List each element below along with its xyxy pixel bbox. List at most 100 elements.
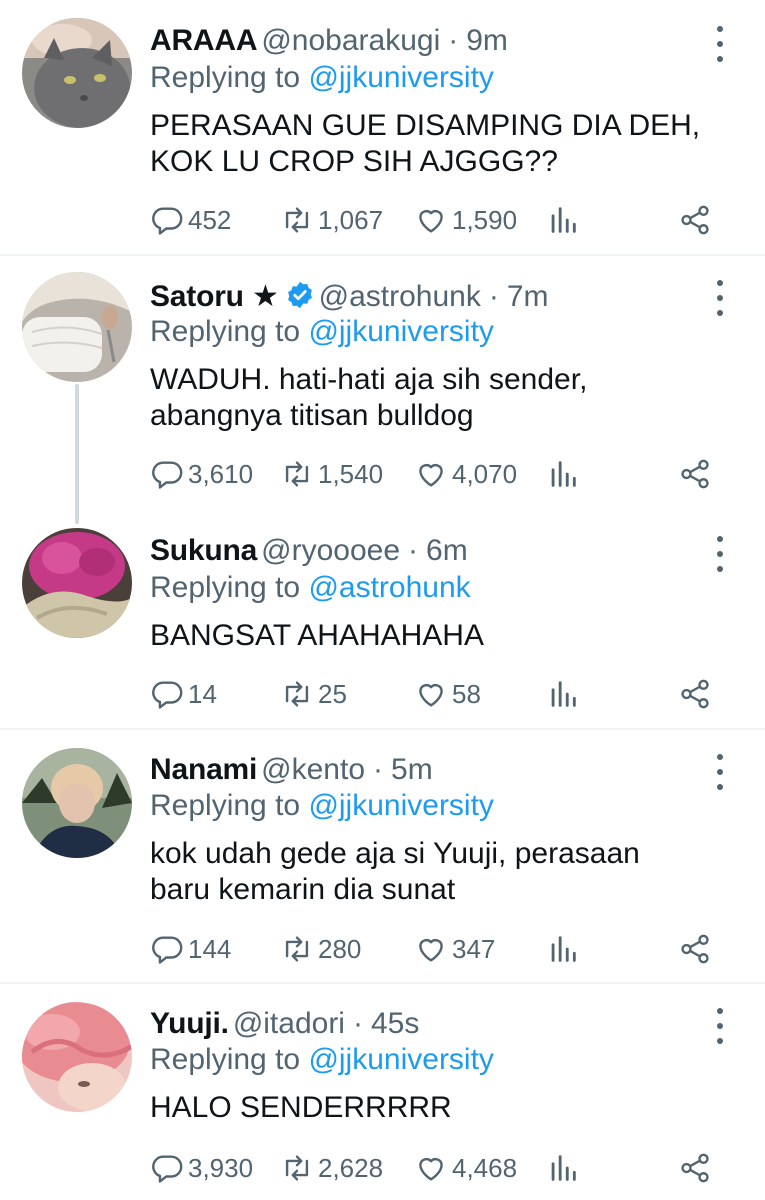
display-name[interactable]: Satoru ★: [150, 280, 279, 313]
reply-icon: [152, 207, 183, 235]
retweet-icon: [285, 207, 309, 233]
retweet-count: 280: [318, 933, 362, 964]
reply-button[interactable]: 3,610: [150, 454, 253, 494]
username[interactable]: @itadori: [233, 1007, 345, 1040]
like-button[interactable]: 347: [414, 929, 495, 969]
retweet-button[interactable]: 1,540: [280, 454, 383, 494]
replying-to: Replying to @jjkuniversity: [150, 1042, 494, 1078]
like-button[interactable]: 1,590: [414, 200, 517, 240]
like-button[interactable]: 4,468: [414, 1148, 517, 1188]
timestamp[interactable]: 5m: [391, 753, 433, 786]
reply-count: 14: [188, 678, 217, 709]
tweet[interactable]: Yuuji. @itadori · 45s Replying to @jjkunive…: [0, 984, 765, 1200]
reply-count: 452: [188, 204, 232, 235]
retweet-count: 1,540: [318, 458, 384, 489]
analytics-button[interactable]: [546, 454, 584, 494]
share-button[interactable]: [678, 929, 716, 969]
mention-link[interactable]: @jjkuniversity: [308, 789, 494, 822]
display-name[interactable]: Sukuna: [150, 534, 257, 567]
reply-button[interactable]: 3,930: [150, 1148, 253, 1188]
timestamp[interactable]: 9m: [466, 24, 508, 57]
display-name[interactable]: Nanami: [150, 753, 257, 786]
separator-dot: ·: [488, 280, 499, 313]
avatar[interactable]: [22, 1002, 132, 1112]
mention-link[interactable]: @jjkuniversity: [308, 1043, 494, 1076]
retweet-count: 25: [318, 678, 347, 709]
reply-count: 144: [188, 933, 232, 964]
more-icon[interactable]: [708, 1008, 732, 1044]
analytics-icon: [551, 1155, 576, 1181]
analytics-icon: [551, 681, 576, 707]
username[interactable]: @kento: [261, 753, 365, 786]
analytics-button[interactable]: [546, 1148, 584, 1188]
reply-icon: [152, 1155, 183, 1183]
replying-to-label: Replying to: [150, 315, 301, 348]
tweet-text: WADUH. hati-hati aja sih sender, abangny…: [150, 363, 588, 432]
like-icon: [419, 1158, 443, 1181]
tweet[interactable]: ARAAA @nobarakugi · 9m Replying to @jjkuniv…: [0, 0, 765, 254]
replying-to-label: Replying to: [150, 571, 301, 604]
separator-dot: ·: [448, 24, 459, 57]
action-bar: 14 25 58: [150, 674, 730, 714]
share-icon: [681, 1153, 709, 1183]
reply-button[interactable]: 144: [150, 929, 231, 969]
retweet-count: 2,628: [318, 1152, 384, 1183]
like-count: 1,590: [452, 204, 518, 235]
tweet[interactable]: Satoru ★ @astrohunk · 7m Replying to @jjkun…: [0, 256, 765, 510]
analytics-button[interactable]: [546, 674, 584, 714]
display-name[interactable]: ARAAA: [150, 24, 258, 57]
share-icon: [681, 679, 709, 709]
timestamp[interactable]: 6m: [426, 534, 468, 567]
reply-button[interactable]: 452: [150, 200, 231, 240]
mention-link[interactable]: @jjkuniversity: [308, 315, 494, 348]
replying-to: Replying to @jjkuniversity: [150, 60, 494, 96]
username[interactable]: @nobarakugi: [261, 24, 440, 57]
retweet-button[interactable]: 1,067: [280, 200, 383, 240]
reply-icon: [152, 936, 183, 964]
retweet-icon: [285, 936, 309, 962]
more-icon[interactable]: [708, 536, 732, 572]
tweet[interactable]: Nanami @kento · 5m Replying to @jjkuniversi…: [0, 730, 765, 982]
retweet-button[interactable]: 25: [280, 674, 347, 714]
like-icon: [419, 210, 443, 233]
like-button[interactable]: 58: [414, 674, 481, 714]
retweet-icon: [285, 461, 309, 487]
share-button[interactable]: [678, 200, 716, 240]
more-icon[interactable]: [708, 280, 732, 316]
reply-icon: [152, 681, 183, 709]
more-icon[interactable]: [708, 26, 732, 62]
tweet[interactable]: Sukuna @ryoooee · 6m Replying to @astrohunk…: [0, 510, 765, 728]
more-icon[interactable]: [708, 754, 732, 790]
tweet-text: PERASAAN GUE DISAMPING DIA DEH, KOK LU C…: [150, 109, 701, 178]
replying-to-label: Replying to: [150, 61, 301, 94]
share-icon: [681, 459, 709, 489]
display-name[interactable]: Yuuji.: [150, 1007, 229, 1040]
username[interactable]: @astrohunk: [319, 280, 481, 313]
retweet-button[interactable]: 2,628: [280, 1148, 383, 1188]
timestamp[interactable]: 45s: [371, 1007, 419, 1040]
avatar[interactable]: [22, 528, 132, 638]
timestamp[interactable]: 7m: [507, 280, 549, 313]
analytics-button[interactable]: [546, 200, 584, 240]
mention-link[interactable]: @jjkuniversity: [308, 61, 494, 94]
analytics-button[interactable]: [546, 929, 584, 969]
share-icon: [681, 205, 709, 235]
action-bar: 144 280 347: [150, 929, 730, 969]
retweet-button[interactable]: 280: [280, 929, 361, 969]
reply-count: 3,930: [188, 1152, 254, 1183]
like-button[interactable]: 4,070: [414, 454, 517, 494]
separator-dot: ·: [373, 753, 384, 786]
separator-dot: ·: [408, 534, 419, 567]
reply-icon: [152, 461, 183, 489]
avatar[interactable]: [22, 272, 132, 382]
share-button[interactable]: [678, 454, 716, 494]
avatar[interactable]: [22, 18, 132, 128]
reply-button[interactable]: 14: [150, 674, 217, 714]
username[interactable]: @ryoooee: [261, 534, 400, 567]
like-count: 347: [452, 933, 496, 964]
share-button[interactable]: [678, 1148, 716, 1188]
avatar[interactable]: [22, 748, 132, 858]
mention-link[interactable]: @astrohunk: [308, 571, 470, 604]
share-button[interactable]: [678, 674, 716, 714]
action-bar: 3,610 1,540 4,070: [150, 454, 730, 494]
